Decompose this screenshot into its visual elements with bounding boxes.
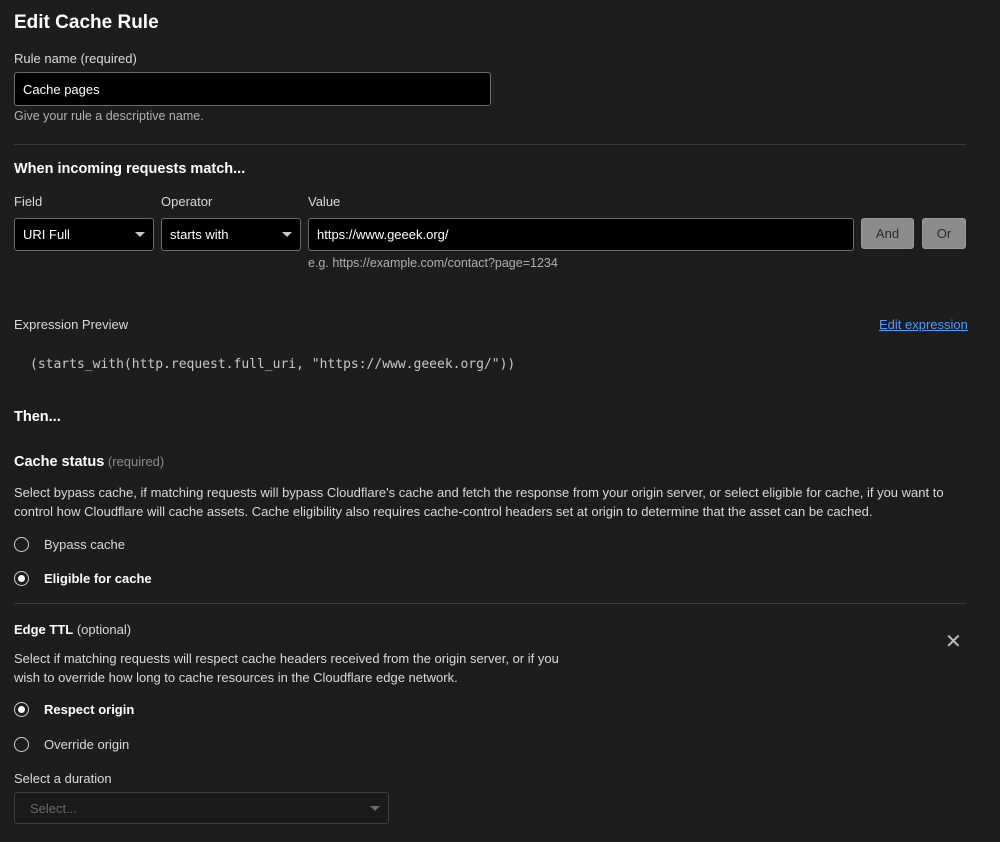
page-title: Edit Cache Rule	[14, 12, 159, 33]
radio-label: Bypass cache	[44, 537, 125, 552]
field-select-value: URI Full	[23, 227, 70, 242]
edit-expression-link[interactable]: Edit expression	[879, 317, 968, 332]
chevron-down-icon	[370, 805, 380, 811]
match-heading: When incoming requests match...	[14, 161, 246, 177]
radio-label: Eligible for cache	[44, 571, 152, 586]
edge-ttl-optional: (optional)	[76, 622, 132, 637]
value-label: Value	[308, 194, 341, 209]
value-input[interactable]	[308, 218, 854, 251]
radio-button[interactable]	[14, 537, 29, 552]
expression-label: Expression Preview	[14, 317, 129, 332]
radio-override-origin[interactable]: Override origin	[14, 737, 129, 752]
radio-button[interactable]	[14, 737, 29, 752]
radio-label: Respect origin	[44, 702, 135, 717]
radio-bypass-cache[interactable]: Bypass cache	[14, 537, 125, 552]
operator-select-value: starts with	[170, 227, 229, 242]
chevron-down-icon	[135, 232, 145, 237]
cache-status-heading: Cache status (required)	[14, 454, 164, 470]
radio-respect-origin[interactable]: Respect origin	[14, 702, 134, 717]
radio-button-selected[interactable]	[14, 571, 29, 586]
value-example: e.g. https://example.com/contact?page=12…	[308, 256, 558, 270]
divider	[14, 144, 966, 145]
field-select[interactable]: URI Full	[14, 218, 154, 251]
rule-name-help: Give your rule a descriptive name.	[14, 109, 204, 123]
expression-code: (starts_with(http.request.full_uri, "htt…	[30, 357, 516, 372]
radio-button-selected[interactable]	[14, 702, 29, 717]
duration-label: Select a duration	[14, 771, 112, 786]
or-button[interactable]: Or	[922, 218, 966, 249]
operator-select[interactable]: starts with	[161, 218, 301, 251]
edge-ttl-title: Edge TTL	[14, 622, 74, 637]
rule-name-input[interactable]	[14, 72, 491, 106]
rule-name-label: Rule name (required)	[14, 51, 137, 66]
and-button[interactable]: And	[861, 218, 914, 249]
radio-eligible-for-cache[interactable]: Eligible for cache	[14, 571, 152, 586]
cache-status-description: Select bypass cache, if matching request…	[14, 485, 944, 519]
radio-label: Override origin	[44, 737, 130, 752]
edge-ttl-heading: Edge TTL (optional)	[14, 622, 131, 637]
duration-placeholder: Select...	[30, 800, 77, 816]
cache-status-title: Cache status	[14, 454, 105, 470]
close-icon[interactable]: ✕	[945, 632, 962, 652]
operator-label: Operator	[161, 194, 213, 209]
duration-select[interactable]: Select...	[14, 792, 389, 824]
chevron-down-icon	[282, 232, 292, 237]
cache-status-required: (required)	[107, 454, 165, 469]
field-label: Field	[14, 194, 43, 209]
divider	[14, 603, 966, 604]
then-heading: Then...	[14, 409, 61, 425]
edge-ttl-description: Select if matching requests will respect…	[14, 651, 559, 685]
